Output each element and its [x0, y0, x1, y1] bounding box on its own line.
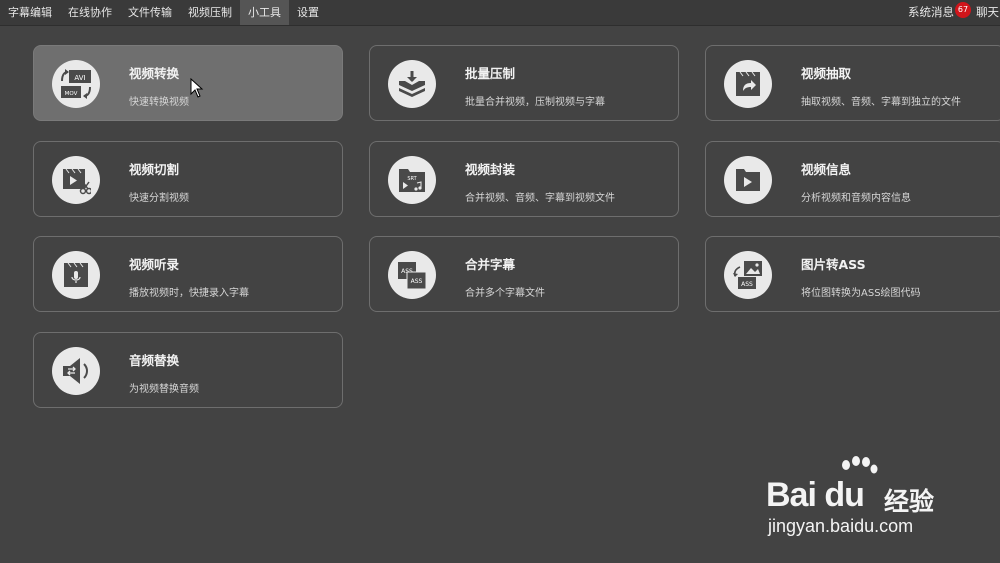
menu-tools[interactable]: 小工具 [240, 0, 289, 25]
tool-title: 视频听录 [129, 257, 180, 272]
menu-file-transfer[interactable]: 文件传输 [120, 0, 180, 25]
tool-title: 视频切割 [129, 162, 180, 177]
merge-subtitle-icon: ASS ASS [388, 251, 436, 299]
watermark-cn: 经验 [884, 487, 935, 516]
tool-title: 图片转ASS [801, 257, 866, 272]
tool-card-image-to-ass[interactable]: ASS 图片转ASS 将位图转换为ASS绘图代码 [705, 236, 1000, 312]
messages-count-badge: 67 [955, 2, 971, 18]
baidu-jingyan-watermark: Bai du 经验 jingyan.baidu.com [766, 456, 966, 546]
menu-subtitle-edit[interactable]: 字幕编辑 [0, 0, 60, 25]
header-right: 系统消息 67 聊天 [908, 0, 1000, 25]
tool-title: 批量压制 [465, 66, 516, 81]
tool-card-video-transcribe[interactable]: 视频听录 播放视频时，快捷录入字幕 [33, 236, 343, 312]
menu-video-compress[interactable]: 视频压制 [180, 0, 240, 25]
svg-text:ASS: ASS [411, 278, 423, 285]
tool-card-batch-compress[interactable]: 批量压制 批量合并视频，压制视频与字幕 [369, 45, 679, 121]
tool-desc: 将位图转换为ASS绘图代码 [801, 288, 921, 299]
main-menu: 字幕编辑 在线协作 文件传输 视频压制 小工具 设置 [0, 0, 327, 25]
tool-card-video-info[interactable]: 视频信息 分析视频和音频内容信息 [705, 141, 1000, 217]
tool-title: 视频信息 [801, 162, 852, 177]
tool-desc: 抽取视频、音频、字幕到独立的文件 [801, 97, 961, 108]
menu-settings[interactable]: 设置 [289, 0, 327, 25]
tool-desc: 合并多个字幕文件 [465, 288, 545, 299]
svg-text:AVI: AVI [74, 74, 85, 82]
batch-compress-icon [388, 60, 436, 108]
video-transcribe-icon [52, 251, 100, 299]
tool-card-audio-replace[interactable]: 音频替换 为视频替换音频 [33, 332, 343, 408]
video-mux-icon: SRT [388, 156, 436, 204]
video-cut-icon [52, 156, 100, 204]
tool-desc: 分析视频和音频内容信息 [801, 193, 911, 204]
tool-title: 音频替换 [129, 353, 180, 368]
system-messages-label: 系统消息 [908, 5, 954, 19]
tool-desc: 为视频替换音频 [129, 384, 199, 395]
tool-desc: 快速转换视频 [129, 97, 189, 108]
mouse-cursor-icon [190, 78, 204, 98]
tool-card-video-convert[interactable]: AVI MOV 视频转换 快速转换视频 [33, 45, 343, 121]
svg-text:SRT: SRT [407, 176, 417, 182]
tool-card-video-mux[interactable]: SRT 视频封装 合并视频、音频、字幕到视频文件 [369, 141, 679, 217]
tool-card-video-extract[interactable]: 视频抽取 抽取视频、音频、字幕到独立的文件 [705, 45, 1000, 121]
tool-desc: 合并视频、音频、字幕到视频文件 [465, 193, 615, 204]
menu-online-collab[interactable]: 在线协作 [60, 0, 120, 25]
tool-card-merge-subtitle[interactable]: ASS ASS 合并字幕 合并多个字幕文件 [369, 236, 679, 312]
image-to-ass-icon: ASS [724, 251, 772, 299]
top-menu-bar: 字幕编辑 在线协作 文件传输 视频压制 小工具 设置 系统消息 67 聊天 [0, 0, 1000, 26]
tool-title: 视频抽取 [801, 66, 852, 81]
svg-text:MOV: MOV [65, 91, 78, 97]
video-convert-icon: AVI MOV [52, 60, 100, 108]
watermark-url: jingyan.baidu.com [768, 516, 914, 536]
tool-desc: 批量合并视频，压制视频与字幕 [465, 97, 605, 108]
audio-replace-icon [52, 347, 100, 395]
video-info-icon [724, 156, 772, 204]
svg-text:ASS: ASS [741, 281, 753, 288]
tool-desc: 播放视频时，快捷录入字幕 [129, 288, 249, 299]
tool-title: 视频转换 [129, 66, 180, 81]
tool-title: 视频封装 [465, 162, 516, 177]
system-messages-button[interactable]: 系统消息 67 [908, 0, 971, 25]
video-extract-icon [724, 60, 772, 108]
chat-button[interactable]: 聊天 [976, 0, 1000, 25]
watermark-brand: Bai du [766, 476, 865, 514]
tool-card-video-cut[interactable]: 视频切割 快速分割视频 [33, 141, 343, 217]
tool-title: 合并字幕 [465, 257, 516, 272]
tool-desc: 快速分割视频 [129, 193, 189, 204]
